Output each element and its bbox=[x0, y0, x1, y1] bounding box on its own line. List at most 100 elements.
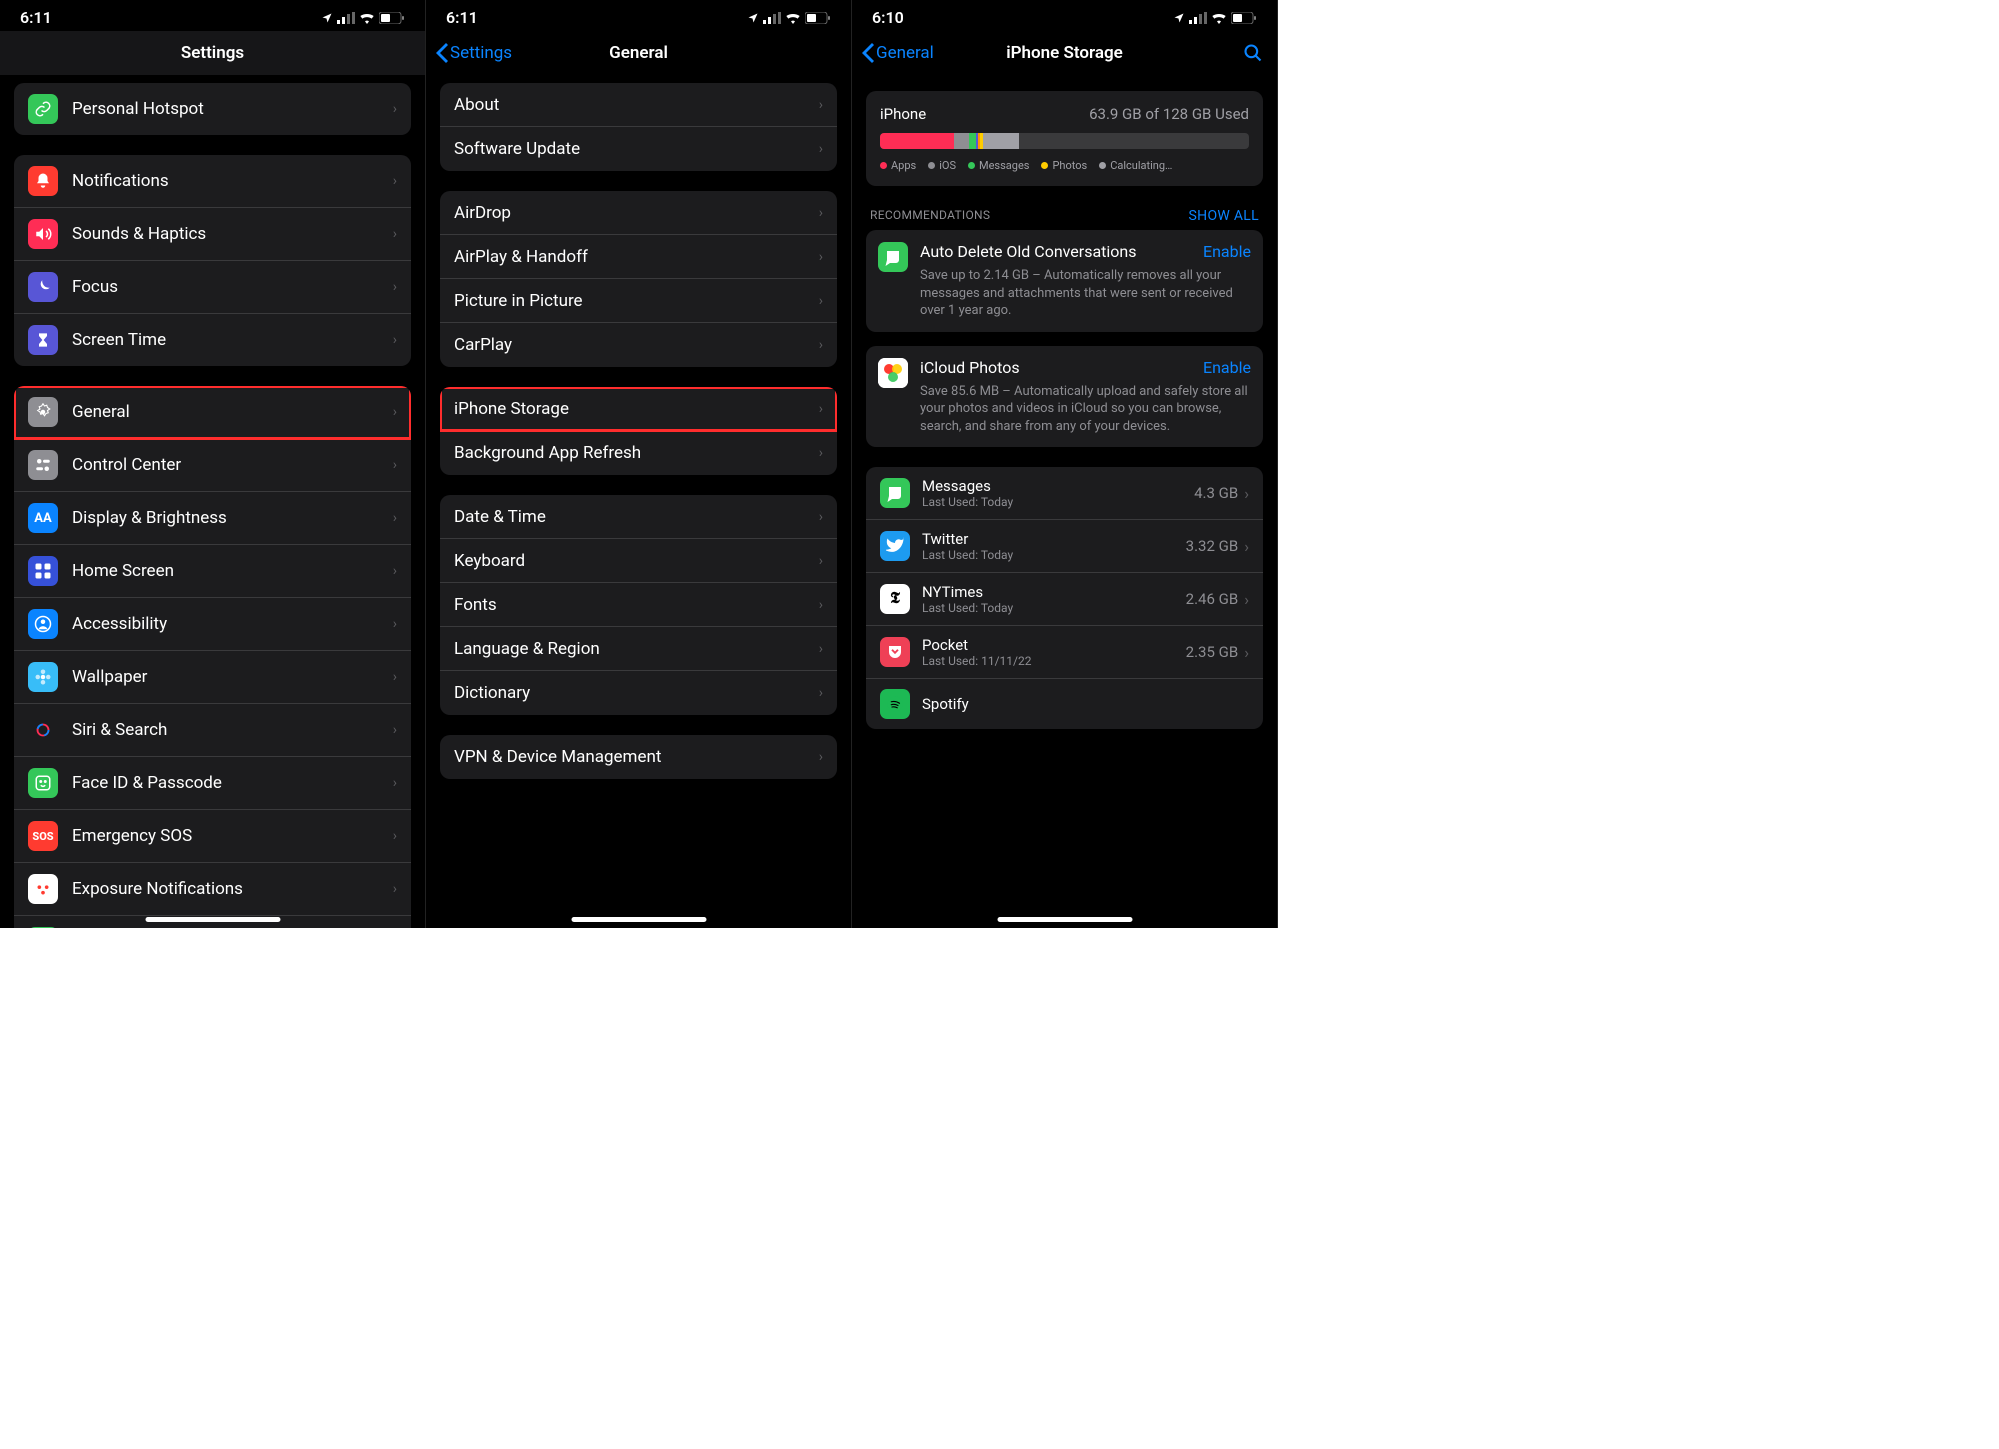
chevron-right-icon: › bbox=[819, 401, 823, 417]
settings-row[interactable]: Notifications› bbox=[14, 155, 411, 208]
settings-row[interactable]: Face ID & Passcode› bbox=[14, 757, 411, 810]
storage-header: iPhone 63.9 GB of 128 GB Used bbox=[880, 105, 1249, 123]
row-label: General bbox=[72, 402, 393, 422]
home-indicator[interactable] bbox=[997, 917, 1132, 922]
chevron-right-icon: › bbox=[819, 249, 823, 265]
row-label: Picture in Picture bbox=[454, 291, 819, 311]
settings-row[interactable]: Date & Time› bbox=[440, 495, 837, 539]
settings-row[interactable]: Fonts› bbox=[440, 583, 837, 627]
recommendation-card[interactable]: Auto Delete Old ConversationsEnableSave … bbox=[866, 230, 1263, 332]
chevron-right-icon: › bbox=[393, 775, 397, 791]
general-group-airdrop: AirDrop›AirPlay & Handoff›Picture in Pic… bbox=[440, 191, 837, 367]
battery-icon bbox=[805, 12, 831, 24]
legend-label: iOS bbox=[939, 159, 956, 172]
settings-row[interactable]: General› bbox=[14, 386, 411, 439]
aa-icon: AA bbox=[28, 503, 58, 533]
settings-row[interactable]: Siri & Search› bbox=[14, 704, 411, 757]
app-storage-row[interactable]: 𝕿NYTimesLast Used: Today2.46 GB› bbox=[866, 573, 1263, 626]
row-label: Emergency SOS bbox=[72, 826, 393, 846]
recommendation-card[interactable]: iCloud PhotosEnableSave 85.6 MB – Automa… bbox=[866, 346, 1263, 448]
app-size: 3.32 GB bbox=[1186, 537, 1239, 555]
settings-row[interactable]: Language & Region› bbox=[440, 627, 837, 671]
chevron-left-icon bbox=[862, 43, 874, 63]
row-label: Software Update bbox=[454, 139, 819, 159]
settings-row[interactable]: AirPlay & Handoff› bbox=[440, 235, 837, 279]
page-title: Settings bbox=[181, 43, 244, 63]
storage-used-text: 63.9 GB of 128 GB Used bbox=[1089, 105, 1249, 123]
app-size: 2.46 GB bbox=[1186, 590, 1239, 608]
settings-row[interactable]: Picture in Picture› bbox=[440, 279, 837, 323]
status-icons bbox=[321, 12, 405, 24]
settings-row[interactable]: VPN & Device Management› bbox=[440, 735, 837, 779]
settings-list[interactable]: Personal Hotspot› Notifications›Sounds &… bbox=[0, 75, 425, 928]
app-size: 4.3 GB bbox=[1194, 484, 1238, 502]
show-all-button[interactable]: SHOW ALL bbox=[1189, 208, 1259, 224]
settings-row[interactable]: Background App Refresh› bbox=[440, 431, 837, 475]
settings-row[interactable]: Software Update› bbox=[440, 127, 837, 171]
home-indicator[interactable] bbox=[571, 917, 706, 922]
general-list[interactable]: About›Software Update› AirDrop›AirPlay &… bbox=[426, 75, 851, 928]
legend-item: Messages bbox=[968, 159, 1029, 172]
siri-icon bbox=[28, 715, 58, 745]
settings-row[interactable]: AADisplay & Brightness› bbox=[14, 492, 411, 545]
chevron-right-icon: › bbox=[393, 722, 397, 738]
status-bar: 6:11 bbox=[0, 0, 425, 31]
settings-row[interactable]: Screen Time› bbox=[14, 314, 411, 366]
home-indicator[interactable] bbox=[145, 917, 280, 922]
settings-row[interactable]: SOSEmergency SOS› bbox=[14, 810, 411, 863]
row-label: VPN & Device Management bbox=[454, 747, 819, 767]
chevron-right-icon: › bbox=[819, 597, 823, 613]
legend-dot bbox=[928, 162, 935, 169]
enable-button[interactable]: Enable bbox=[1203, 242, 1251, 261]
app-icon: 𝕿 bbox=[880, 584, 910, 614]
settings-row[interactable]: Home Screen› bbox=[14, 545, 411, 598]
reco-icon bbox=[878, 242, 908, 272]
legend-dot bbox=[968, 162, 975, 169]
settings-row[interactable]: Personal Hotspot› bbox=[14, 83, 411, 135]
back-button[interactable]: General bbox=[862, 43, 934, 63]
reco-description: Save up to 2.14 GB – Automatically remov… bbox=[920, 267, 1251, 320]
app-storage-row[interactable]: Spotify bbox=[866, 679, 1263, 729]
settings-row[interactable]: AirDrop› bbox=[440, 191, 837, 235]
chevron-right-icon: › bbox=[819, 337, 823, 353]
status-time: 6:10 bbox=[872, 8, 904, 27]
settings-row[interactable]: iPhone Storage› bbox=[440, 387, 837, 431]
settings-row[interactable]: Control Center› bbox=[14, 439, 411, 492]
app-storage-row[interactable]: PocketLast Used: 11/11/222.35 GB› bbox=[866, 626, 1263, 679]
app-icon bbox=[880, 689, 910, 719]
chevron-right-icon: › bbox=[393, 332, 397, 348]
sound-icon bbox=[28, 219, 58, 249]
legend-dot bbox=[1041, 162, 1048, 169]
recommendations-header: RECOMMENDATIONS SHOW ALL bbox=[870, 208, 1259, 224]
flower-icon bbox=[28, 662, 58, 692]
section-title: RECOMMENDATIONS bbox=[870, 208, 990, 224]
settings-row[interactable]: Wallpaper› bbox=[14, 651, 411, 704]
chevron-right-icon: › bbox=[819, 141, 823, 157]
settings-row[interactable]: Accessibility› bbox=[14, 598, 411, 651]
general-group-about: About›Software Update› bbox=[440, 83, 837, 171]
settings-row[interactable]: Exposure Notifications› bbox=[14, 863, 411, 916]
face-icon bbox=[28, 768, 58, 798]
app-storage-row[interactable]: MessagesLast Used: Today4.3 GB› bbox=[866, 467, 1263, 520]
row-label: AirDrop bbox=[454, 203, 819, 223]
settings-row[interactable]: About› bbox=[440, 83, 837, 127]
status-time: 6:11 bbox=[20, 8, 52, 27]
app-name: Pocket bbox=[922, 636, 1186, 654]
legend-label: Messages bbox=[979, 159, 1029, 172]
battery-icon bbox=[379, 12, 405, 24]
search-button[interactable] bbox=[1243, 43, 1263, 63]
settings-row[interactable]: Keyboard› bbox=[440, 539, 837, 583]
grid-icon bbox=[28, 556, 58, 586]
cellular-icon bbox=[1189, 12, 1207, 24]
row-label: Date & Time bbox=[454, 507, 819, 527]
settings-row[interactable]: Sounds & Haptics› bbox=[14, 208, 411, 261]
app-storage-row[interactable]: TwitterLast Used: Today3.32 GB› bbox=[866, 520, 1263, 573]
settings-row[interactable]: Focus› bbox=[14, 261, 411, 314]
back-button[interactable]: Settings bbox=[436, 43, 512, 63]
enable-button[interactable]: Enable bbox=[1203, 358, 1251, 377]
storage-content[interactable]: iPhone 63.9 GB of 128 GB Used AppsiOSMes… bbox=[852, 75, 1277, 928]
page-title: General bbox=[609, 43, 668, 63]
settings-row[interactable]: Dictionary› bbox=[440, 671, 837, 715]
row-label: Background App Refresh bbox=[454, 443, 819, 463]
settings-row[interactable]: CarPlay› bbox=[440, 323, 837, 367]
